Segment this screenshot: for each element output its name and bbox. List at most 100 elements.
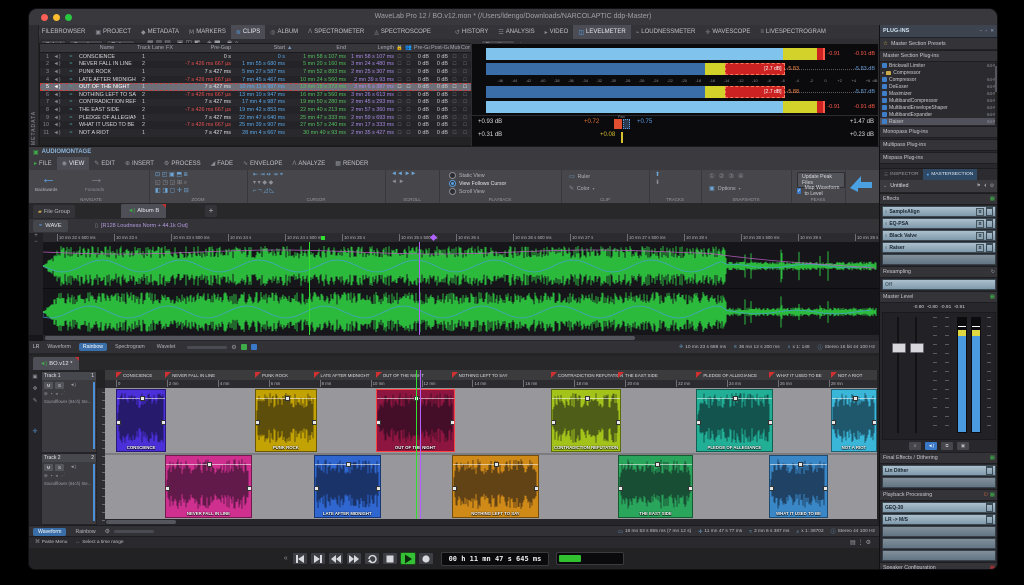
plugin-item[interactable]: ▸ Compressor [880,69,997,76]
edit-cursor-line[interactable] [420,370,421,519]
playback-option[interactable]: View Follows Cursor [449,180,506,187]
col-header[interactable]: Length [347,45,395,51]
table-cell[interactable]: □ [395,99,404,105]
remove-dither-icon[interactable] [986,466,993,475]
envelope-handle-center[interactable] [140,396,146,401]
clip-color-control[interactable]: ✎ Color ▾ [569,185,594,193]
col-header[interactable]: Pre-Gain [413,45,430,51]
table-cell[interactable]: 1 [40,54,50,60]
plugin-item[interactable]: Compressor 64-F [880,76,997,83]
wave-marker-green[interactable] [309,242,310,335]
tab-wave[interactable]: ≈ WAVE [33,220,68,232]
radio-on[interactable] [449,180,456,187]
plugin-group-header[interactable]: Multipass Plug-ins [880,139,997,151]
table-cell[interactable]: □ [460,115,470,121]
tracks-icons[interactable]: ⬇ [655,179,660,186]
col-header[interactable]: Mute [449,45,460,51]
tab-spectroscope[interactable]: ◬ SPECTROSCOPE [369,25,436,39]
track-small-icon[interactable]: ⋰ [61,473,66,479]
left-dock-label[interactable]: METADATA [31,31,37,145]
clip-area[interactable]: CONSCIENCE NEVER FALL IN LINE PUNK ROCK LAT… [105,388,877,519]
table-row[interactable]: 7◄)≈CONTRADICTION REFUTATION 1 7 s 427 ms 1… [40,98,472,107]
gear-icon[interactable]: ⚙ [231,344,236,351]
radio-off[interactable] [449,172,456,179]
ribbon-tab-process[interactable]: ⚙ PROCESS [159,157,206,170]
stop-button[interactable] [381,552,398,565]
back-arrow-icon[interactable]: ← [41,170,56,187]
track-marker[interactable]: NOTHING LEFT TO SAY [451,372,508,378]
table-cell[interactable]: ◄) [50,77,64,83]
scroll-icons[interactable]: ◄◄ ►► [391,171,416,177]
expand-arrow-icon[interactable]: ▸ [882,70,884,76]
table-cell[interactable]: 5 [40,84,50,90]
montage-clip[interactable]: PUNK ROCK [255,389,317,452]
table-cell[interactable]: 6 [40,92,50,98]
track-small-icon[interactable]: ▪ [51,473,53,479]
table-cell[interactable]: □ [460,54,470,60]
table-cell[interactable]: 0 dB [413,122,430,128]
table-cell[interactable]: ≈ [64,69,78,75]
effect-slot[interactable]: ≡ Raiser S [882,242,996,253]
level-meter-icon[interactable]: ▦ [990,294,995,300]
fader-handle[interactable] [910,343,924,353]
wave-view-tab-wavelet[interactable]: Wavelet [153,343,180,351]
table-cell[interactable]: 4 [40,77,50,83]
mono-icon[interactable]: ≡ [909,442,921,450]
ribbon-tab-envelope[interactable]: ∿ ENVELOPE [238,157,287,170]
track-title-row[interactable]: Track 2 2 [42,454,96,462]
table-cell[interactable]: 0 dB [430,115,449,121]
track-speaker-icon[interactable]: ◄) [70,464,76,471]
monitor-speaker-icon[interactable]: ◄) [925,442,937,450]
fade-handle-right[interactable] [246,485,251,491]
table-cell[interactable]: 10 [40,122,50,128]
plugins-scroll-thumb[interactable] [995,66,997,92]
table-cell[interactable]: □ [404,115,413,121]
map-waveform-checkbox[interactable]: ✓ Map Waveform to Level [797,185,845,197]
table-cell[interactable]: □ [460,84,470,90]
track-marker[interactable]: CONTRADICTION REFUTATION [550,372,623,378]
solo-button[interactable]: S [55,464,64,471]
plugin-item[interactable]: Raiser 64-F [880,118,997,125]
fade-handle-left[interactable] [117,419,121,425]
table-cell[interactable]: □ [449,130,460,136]
playback-fx-slot-empty[interactable] [882,550,996,561]
play-button[interactable] [399,552,416,565]
table-cell[interactable]: ≈ [64,61,78,67]
tab-markers[interactable]: Ⅿ MARKERS [184,25,231,39]
montage-scroll-thumb[interactable] [106,520,176,524]
table-cell[interactable]: □ [460,77,470,83]
cursor-icons[interactable]: ⇤ ⇥ ⇷ ⇸ ⌖ [253,171,283,179]
fade-handle-left[interactable] [166,485,171,491]
bypass-icon[interactable]: ⏻ [984,492,988,498]
chevron-down-icon[interactable]: ⌄ [883,183,887,189]
tab-livespectrogram[interactable]: ≡ LIVESPECTROGRAM [755,25,831,39]
plugins-panel-header[interactable]: PLUG-INS – ▫ ✕ [880,25,997,38]
mute-button[interactable]: M [44,382,53,389]
table-cell[interactable]: □ [404,107,413,113]
fade-handle-right[interactable] [616,419,621,425]
table-cell[interactable]: □ [449,54,460,60]
table-cell[interactable]: 0 dB [413,115,430,121]
table-cell[interactable]: ◄) [50,99,64,105]
envelope-handle-center[interactable] [584,396,590,401]
track-marker[interactable]: NOT A RIOT [830,372,862,378]
table-cell[interactable]: 0 dB [430,77,449,83]
montage-clip[interactable]: PLEDGE OF ALLEGIANCE [696,389,773,452]
table-cell[interactable]: 0 dB [430,92,449,98]
track-speaker-icon[interactable]: ◄) [70,382,76,389]
table-cell[interactable]: 0 dB [430,107,449,113]
table-cell[interactable]: □ [449,92,460,98]
tab-spectrometer[interactable]: Λ SPECTROMETER [303,25,369,39]
gear-icon[interactable]: ⚙ [105,528,110,535]
col-header[interactable]: End [293,45,347,51]
table-cell[interactable]: □ [404,130,413,136]
envelope-handle-center[interactable] [284,396,290,401]
table-cell[interactable]: 0 dB [430,122,449,128]
table-row[interactable]: 5 ◄) ≈ OUT OF THE NIGHT 1 7 s 427 ms 10 mn 11 … [40,83,472,91]
zoom-icons[interactable]: ⊡ ◰ ▣ ⬒ ⧈ [155,171,188,179]
track-header-1[interactable]: Track 1 1 M S ◄) ⊕ ▪ ◂ ⋰ Soundflower (64ch) Ste..… [41,371,97,453]
wave-view-tab-rainbow[interactable]: Rainbow [78,343,108,351]
table-cell[interactable]: 11 [40,130,50,136]
table-cell[interactable]: ≈ [64,77,78,83]
table-cell[interactable]: □ [395,69,404,75]
